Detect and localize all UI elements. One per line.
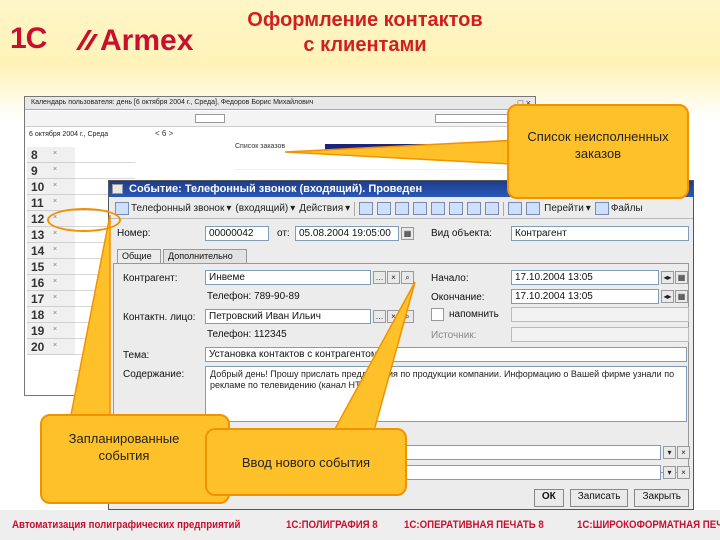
slide-footer: Автоматизация полиграфических предприяти… — [0, 510, 720, 540]
planned-callout-pointer — [69, 214, 111, 421]
planned-callout: Запланированные события — [40, 414, 230, 504]
orders-callout: Список неисполненных заказов — [507, 104, 689, 199]
footer-item: 1С:ОПЕРАТИВНАЯ ПЕЧАТЬ 8 — [403, 519, 544, 531]
orders-callout-pointer — [284, 139, 532, 166]
new-event-callout-pointer — [328, 281, 416, 439]
new-event-callout: Ввод нового события — [205, 428, 407, 496]
footer-item: 1С:ПОЛИГРАФИЯ 8 — [285, 519, 378, 531]
footer-item: 1С:ШИРОКОФОРМАТНАЯ ПЕЧАТЬ 8 — [576, 519, 720, 531]
highlight-ellipse — [47, 208, 121, 232]
footer-item: Автоматизация полиграфических предприяти… — [12, 519, 241, 531]
